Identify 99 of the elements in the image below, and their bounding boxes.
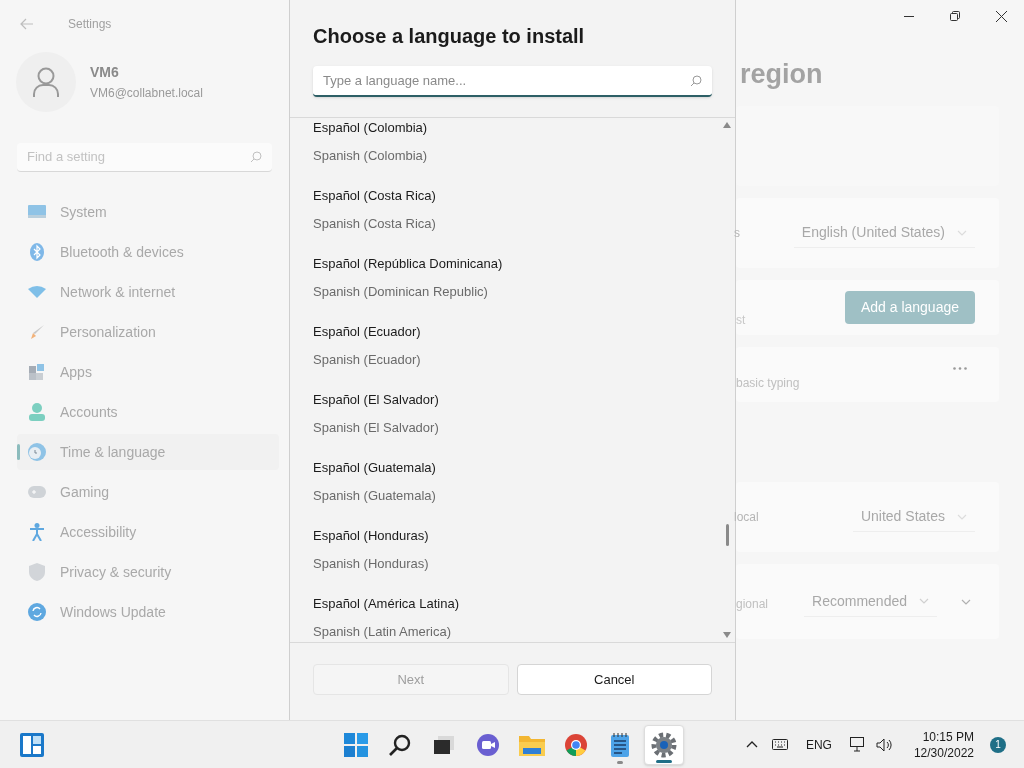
nav-item[interactable]: Accessibility [17, 514, 279, 550]
language-option[interactable]: Español (República Dominicana) Spanish (Dominican Republic) [313, 252, 735, 320]
language-english-name: Spanish (Dominican Republic) [313, 283, 488, 301]
speaker-icon [875, 737, 892, 752]
language-english-name: Spanish (El Salvador) [313, 419, 439, 437]
setting-label: local [734, 509, 759, 526]
running-indicator [617, 761, 623, 764]
language-native-name: Español (República Dominicana) [313, 255, 503, 273]
person-icon [33, 67, 59, 97]
chevron-down-icon [957, 513, 967, 520]
wifi-icon [28, 286, 46, 298]
windows-logo-icon [344, 733, 368, 757]
search-box[interactable]: Find a setting [17, 143, 272, 172]
dialog-title: Choose a language to install [313, 24, 586, 49]
notification-badge[interactable]: 1 [990, 736, 1006, 753]
network-icon [849, 737, 866, 752]
language-option[interactable]: Español (Ecuador) Spanish (Ecuador) [313, 320, 735, 388]
keyboard-icon [771, 739, 788, 750]
input-language[interactable]: ENG [797, 735, 840, 754]
language-english-name: Spanish (Latin America) [313, 623, 451, 641]
app-title: Settings [68, 16, 112, 33]
selection-indicator [17, 444, 20, 460]
apps-icon [29, 364, 45, 380]
more-icon [953, 367, 967, 370]
chevron-down-icon [919, 598, 929, 604]
chevron-up-icon [745, 741, 758, 748]
language-native-name: Español (Honduras) [313, 527, 429, 545]
nav-item[interactable]: Accounts [17, 394, 279, 430]
language-option[interactable]: Español (Guatemala) Spanish (Guatemala) [313, 456, 735, 524]
dropdown[interactable]: United States [852, 502, 975, 532]
nav-item[interactable]: Windows Update [17, 594, 279, 630]
language-option[interactable]: Español (Colombia) Spanish (Colombia) [313, 118, 735, 184]
dropdown[interactable]: English (United States) [793, 218, 975, 248]
language-option[interactable]: Español (El Salvador) Spanish (El Salvador) [313, 388, 735, 456]
brush-icon [29, 324, 45, 340]
clock[interactable]: 10:15 PM 12/30/2022 [913, 728, 974, 761]
search-icon [690, 74, 702, 87]
chevron-down-icon [957, 229, 967, 236]
language-native-name: Español (Guatemala) [313, 459, 436, 477]
language-search-field[interactable]: Type a language name... [323, 70, 690, 91]
page-title: region [739, 58, 824, 91]
cancel-button[interactable]: Cancel [516, 664, 712, 695]
language-native-name: Español (Colombia) [313, 119, 428, 137]
notepad-icon [610, 733, 630, 757]
search-icon [388, 733, 412, 757]
language-option[interactable]: Español (Costa Rica) Spanish (Costa Rica) [313, 184, 735, 252]
video-chat-icon [476, 733, 500, 757]
update-icon [28, 603, 46, 621]
language-option[interactable]: Español (Honduras) Spanish (Honduras) [313, 524, 735, 592]
setting-label: s [734, 225, 740, 242]
person-icon [29, 403, 45, 421]
language-english-name: Spanish (Ecuador) [313, 351, 421, 369]
nav-item[interactable]: Time & language [17, 434, 279, 470]
add-language-button[interactable]: Add a language [844, 291, 975, 324]
monitor-icon [28, 205, 46, 219]
back-arrow-icon [20, 18, 34, 30]
user-name: VM6 [90, 63, 120, 82]
language-native-name: Español (Costa Rica) [313, 187, 436, 205]
setting-label: gional [736, 595, 769, 613]
language-option[interactable]: Español (América Latina) Spanish (Latin America) [313, 592, 735, 642]
bluetooth-icon [30, 243, 44, 261]
scroll-up-icon [723, 122, 731, 128]
minimize-icon [904, 15, 914, 17]
scrollbar[interactable] [722, 122, 732, 638]
widgets-icon [20, 732, 44, 757]
language-native-name: Español (Ecuador) [313, 323, 421, 341]
language-english-name: Spanish (Colombia) [313, 147, 428, 165]
language-english-name: Spanish (Guatemala) [313, 487, 436, 505]
task-view-icon [432, 734, 456, 756]
accessibility-icon [29, 523, 45, 541]
nav-item[interactable]: Privacy & security [17, 554, 279, 590]
nav-item[interactable]: System [17, 194, 279, 230]
nav-item[interactable]: Network & internet [17, 274, 279, 310]
close-icon [995, 10, 1007, 22]
nav-item[interactable]: Personalization [17, 314, 279, 350]
folder-icon [519, 734, 545, 756]
user-email: VM6@collabnet.local [90, 85, 203, 102]
restore-icon [950, 11, 960, 21]
nav-item[interactable]: Bluetooth & devices [17, 234, 279, 270]
scroll-down-icon [723, 632, 731, 638]
gamepad-icon [28, 486, 46, 498]
dropdown[interactable]: Recommended [804, 586, 937, 617]
language-english-name: Spanish (Honduras) [313, 555, 429, 573]
browser-icon [564, 733, 588, 757]
search-icon [250, 151, 262, 163]
chevron-down-icon [961, 598, 971, 605]
language-native-name: Español (El Salvador) [313, 391, 439, 409]
running-indicator [656, 760, 672, 763]
nav-item[interactable]: Apps [17, 354, 279, 390]
search-field[interactable]: Find a setting [27, 147, 250, 167]
globe-clock-icon [28, 443, 46, 461]
shield-icon [29, 563, 45, 581]
gear-icon [651, 732, 677, 758]
setting-label: basic typing [736, 374, 800, 392]
language-native-name: Español (América Latina) [313, 595, 459, 613]
nav-item[interactable]: Gaming [17, 474, 279, 510]
language-search-box[interactable]: Type a language name... [313, 66, 712, 97]
taskbar-app[interactable] [644, 725, 684, 765]
language-english-name: Spanish (Costa Rica) [313, 215, 436, 233]
